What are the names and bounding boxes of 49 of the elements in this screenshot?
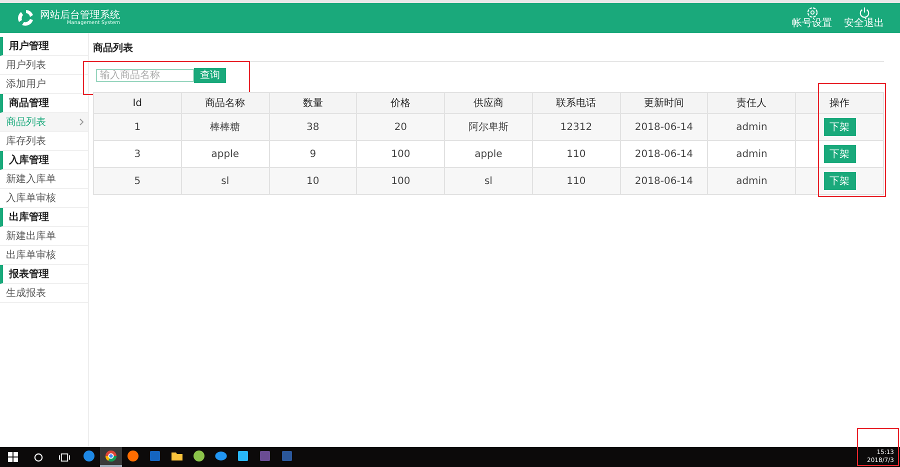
menu-item[interactable]: 新建入库单 [0,170,88,189]
table-cell: 20 [356,114,445,140]
table-cell: 100 [356,168,445,194]
settings-icon [806,7,818,18]
menu-item[interactable]: 新建出库单 [0,227,88,246]
menu-group-heading[interactable]: 报表管理 [0,265,88,284]
table-cell: 110 [532,168,620,194]
table-cell: 阿尔卑斯 [444,114,532,140]
table-cell: admin [708,168,796,194]
table-cell: 1 [94,114,182,140]
menu-item[interactable]: 用户列表 [0,56,88,75]
power-icon [858,7,870,18]
page-title: 商品列表 [93,41,884,62]
menu-item[interactable]: 生成报表 [0,284,88,303]
table-cell: sl [444,168,532,194]
logo-icon [16,8,36,28]
table-cell: 38 [269,114,357,140]
app-title: 网站后台管理系统 [40,10,120,20]
table-cell: sl [181,168,270,194]
column-header: 商品名称 [181,92,270,114]
table-cell: 2018-06-14 [620,168,708,194]
task-view-icon[interactable] [59,452,70,462]
column-header: 操作 [796,92,884,114]
annotation-box [857,428,899,466]
column-header: Id [94,92,182,114]
column-header: 责任人 [708,92,796,114]
table-cell: 棒棒糖 [181,114,270,140]
column-header: 价格 [356,92,445,114]
menu-group-heading[interactable]: 入库管理 [0,151,88,170]
column-header: 联系电话 [532,92,620,114]
taskbar-app[interactable] [100,447,122,467]
menu-group-heading[interactable]: 出库管理 [0,208,88,227]
table-cell: 12312 [532,114,620,140]
menu-item[interactable]: 添加用户 [0,75,88,94]
windows-start-icon[interactable] [8,452,18,462]
column-header: 供应商 [444,92,532,114]
column-header: 数量 [269,92,357,114]
table-cell: 10 [269,168,357,194]
search-icon[interactable] [34,452,43,462]
column-header: 更新时间 [620,92,708,114]
table-cell: 2018-06-14 [620,114,708,140]
folder-icon [171,450,183,462]
menu-item[interactable]: 库存列表 [0,132,88,151]
table-cell: admin [708,114,796,140]
menu-item[interactable]: 出库单审核 [0,246,88,265]
table-cell: 5 [94,168,182,194]
menu-item[interactable]: 入库单审核 [0,189,88,208]
chevron-right-icon [79,118,84,126]
menu-group-heading[interactable]: 用户管理 [0,37,88,56]
